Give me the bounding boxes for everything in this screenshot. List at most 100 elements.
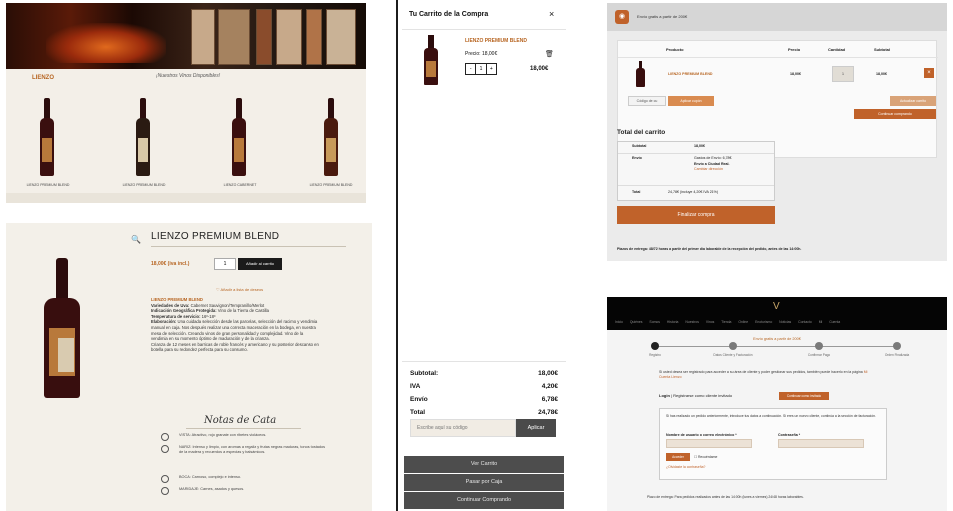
wishlist-label: Añadir a lista de deseos [220,287,264,292]
wine-box [306,9,322,65]
varieties-label: Variedades de Uva: [151,302,190,308]
subtotal-label: Subtotal [632,144,647,148]
view-cart-button[interactable]: Ver Carrito [404,456,564,473]
step-label: Datos Cliente y Facturación [713,353,753,357]
total-label: Total [410,409,426,416]
continue-shopping-button[interactable]: Continuar comprando [854,109,936,119]
apply-coupon-button[interactable]: Aplicar cupón [668,96,714,106]
product-bottle-image[interactable] [232,98,246,176]
product-name[interactable]: LIENZO CABERNET [210,183,270,187]
cart-item-image [636,61,645,87]
brand-logo[interactable]: LIENZO [32,75,54,81]
login-button[interactable]: Acceder [666,453,690,461]
guest-register-text: | Registrarse como cliente invitado [671,393,733,398]
progress-track [655,346,899,347]
apply-coupon-button[interactable]: Aplicar [516,419,556,437]
product-name[interactable]: LIENZO PREMIUM BLEND [114,183,174,187]
column-header: Cantidad [828,47,846,52]
temp-label: Temperatura de servicio: [151,313,201,319]
shipping-label: Envío [632,156,642,160]
shipping-details: Gastos de Envío: 6,78€ Envío a Ciudad Re… [694,156,732,173]
total-row: Total 24,78€ [410,409,558,419]
change-address-link[interactable]: Cambiar dirección [694,167,732,173]
checkout-button[interactable]: Pasar por Caja [404,474,564,491]
mouth-icon [161,475,169,483]
shipping-cost: Gastos de Envío: 6,78€ [694,156,732,160]
add-to-cart-button[interactable]: Añadir al carrito [238,258,282,270]
product-name[interactable]: LIENZO PREMIUM BLEND [18,183,78,187]
iva-value: 4,20€ [541,383,558,390]
subtotal-row: Subtotal 18,00€ [618,144,774,154]
quantity-stepper[interactable]: - 1 + [465,63,497,75]
login-form-text: Si has realizado un pedido anteriormente… [666,414,876,418]
quantity-input[interactable]: 1 [832,66,854,82]
iva-row: IVA 4,20€ [410,383,558,393]
continue-shopping-button[interactable]: Continuar Comprando [404,492,564,509]
product-bottle-image[interactable] [40,98,54,176]
wishlist-link[interactable]: ♡ Añadir a lista de deseos [216,287,263,292]
guest-checkout-button[interactable]: Continuar como invitado [779,392,829,400]
eye-icon [161,433,169,441]
shop-grid-panel: LIENZO ¡Nuestros Vinos Disponibles! LIEN… [6,3,366,203]
lost-password-link[interactable]: ¿Olvidaste la contraseña? [666,465,705,469]
temp-value: 16º-18º [201,313,216,319]
subtotal-label: Subtotal: [410,370,439,377]
close-icon[interactable]: × [549,9,554,19]
password-field[interactable] [778,439,864,448]
checkout-panel: V Inicio Quiénes Somos Historia Nuestros… [607,297,947,511]
iva-label: IVA [410,383,421,390]
column-header: Precio [788,47,801,52]
drawer-title: Tu Carrito de la Compra [409,11,489,18]
remove-item-button[interactable]: × [924,68,934,78]
footer-strip [6,193,366,203]
product-name[interactable]: LIENZO PREMIUM BLEND [301,183,361,187]
login-label: Login [659,393,670,398]
zoom-icon[interactable]: 🔍 [131,235,141,244]
wine-box [191,9,215,65]
update-cart-button[interactable]: Actualizar carrito [890,96,936,106]
cart-item-name[interactable]: LIENZO PREMIUM BLEND [668,72,713,76]
password-label: Contraseña * [778,433,801,437]
product-price: 18,00€ (iva incl.) [151,261,190,267]
total-value: 24,78€ [538,409,558,416]
step-label: Confirmar Pago [807,353,831,357]
plate-icon [161,487,169,495]
cart-item-subtotal: 18,00€ [876,72,887,76]
delivery-note: Plazos de entrega: 48/72 horas a partir … [617,247,802,251]
shipping-label: Envío [410,396,428,403]
trash-icon[interactable]: 🗑 [545,50,554,58]
cart-item-price: 18,00€ [790,72,801,76]
cart-item-image [424,35,438,85]
origin-value: Vino de la Tierra de Castilla [217,308,269,314]
cart-drawer: Tu Carrito de la Compra × LIENZO PREMIUM… [402,0,566,511]
increment-button[interactable]: + [487,64,496,74]
product-description: LIENZO PREMIUM BLEND Variedades de Uva: … [151,297,321,353]
login-line: Login | Registrarse como cliente invitad… [659,393,732,398]
coupon-input[interactable]: Escribe aquí su código [410,419,516,437]
product-bottle-image[interactable] [324,98,338,176]
cart-item-name[interactable]: LIENZO PREMIUM BLEND [465,38,527,44]
total-value: 24,78€ (incluye 4,20€ IVA 21%) [668,190,719,194]
elab-label: Elaboración: [151,319,177,325]
quantity-value[interactable]: 1 [476,64,487,74]
shipping-value: 6,78€ [541,396,558,403]
panel-divider [396,0,398,511]
cart-totals-table: Subtotal 18,00€ Envío Gastos de Envío: 6,… [617,141,775,201]
quantity-input[interactable]: 1 [214,258,236,270]
coupon-input[interactable]: Código de cu [628,96,666,106]
product-detail-panel: 🔍 LIENZO PREMIUM BLEND 18,00€ (iva incl.… [6,223,372,511]
step-dot [815,342,823,350]
decrement-button[interactable]: - [466,64,477,74]
cart-item-total: 18,00€ [530,66,549,72]
hero-banner [6,3,366,69]
product-bottle-image[interactable] [136,98,150,176]
registration-text: Si usted desea ser registrado para acced… [659,370,863,374]
main-menu[interactable]: Inicio Quiénes Somos Historia Nuestros V… [615,320,939,324]
remember-me-checkbox[interactable]: ☐ Recuérdame [694,455,717,459]
finalize-order-button[interactable]: Finalizar compra [617,206,775,224]
username-field[interactable] [666,439,752,448]
tasting-notes-title: Notas de Cata [204,415,277,426]
brand-logo[interactable]: V [773,301,780,312]
notice-text: Envío gratis a partir de 200€ [637,14,688,19]
product-image[interactable] [44,258,80,398]
